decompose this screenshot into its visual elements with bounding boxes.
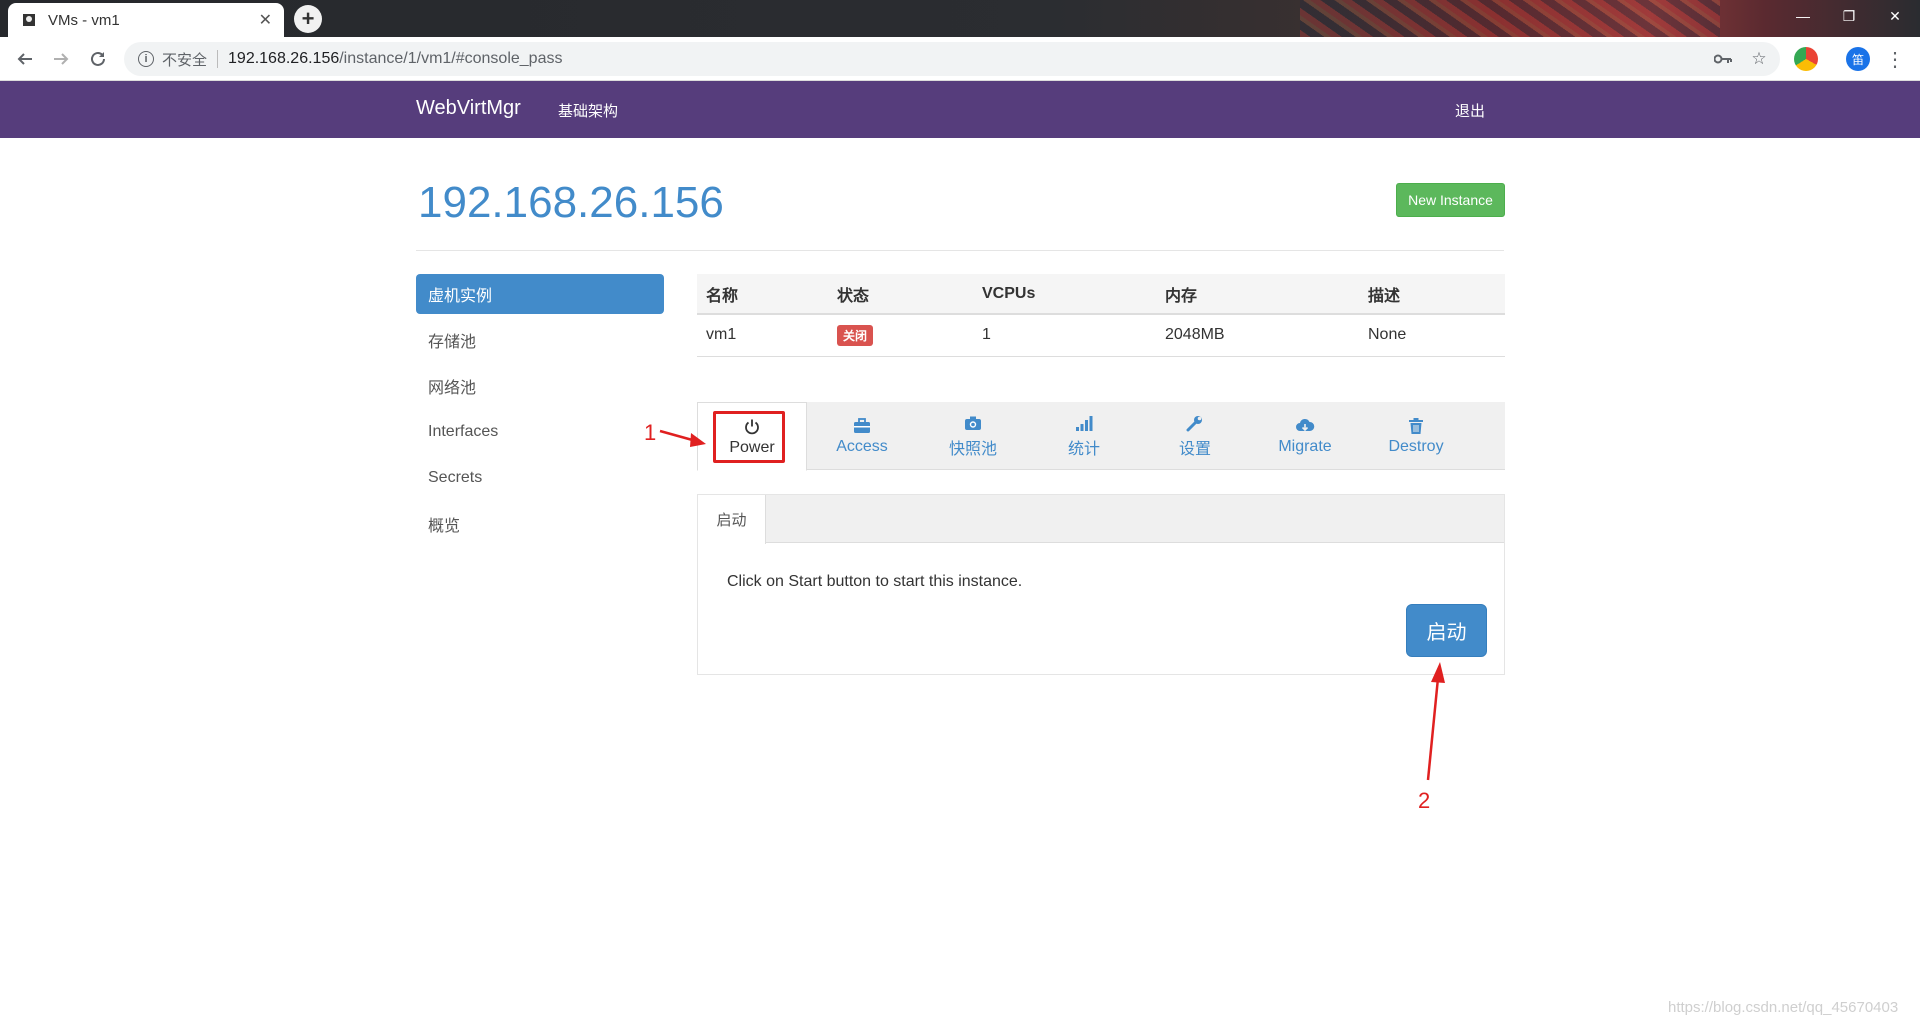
browser-tabstrip: VMs - vm1 ✕ + — ❐ ✕	[0, 0, 1920, 37]
signal-icon	[1075, 413, 1093, 433]
annotation-arrow-1-icon	[659, 429, 706, 447]
nav-logout-link[interactable]: 退出	[1455, 100, 1485, 121]
col-memory-header: 内存	[1156, 274, 1359, 315]
url-path: /instance/1/vm1/#console_pass	[339, 50, 563, 67]
forward-icon[interactable]	[46, 44, 76, 74]
annotation-marker-1: 1	[644, 420, 657, 445]
subtab-start[interactable]: 启动	[698, 495, 766, 544]
page-title: 192.168.26.156	[418, 178, 724, 227]
power-panel: 启动 Click on Start button to start this i…	[697, 494, 1505, 675]
tab-favicon-icon	[20, 11, 38, 29]
power-subtabs: 启动	[698, 495, 1504, 544]
key-icon[interactable]	[1708, 42, 1738, 76]
instance-description: None	[1359, 314, 1505, 357]
tab-destroy[interactable]: Destroy	[1361, 402, 1471, 470]
briefcase-icon	[853, 416, 871, 436]
instance-memory: 2048MB	[1156, 314, 1359, 357]
tab-access-label: Access	[836, 438, 888, 455]
reload-icon[interactable]	[83, 44, 113, 74]
power-panel-message: Click on Start button to start this inst…	[727, 573, 1023, 590]
restore-button[interactable]: ❐	[1826, 0, 1872, 32]
sidebar-item-interfaces[interactable]: Interfaces	[416, 412, 664, 452]
tab-migrate[interactable]: Migrate	[1250, 402, 1360, 470]
annotation-marker-2: 2	[1418, 788, 1431, 813]
col-status-header: 状态	[828, 274, 973, 315]
sidebar-item-storage[interactable]: 存储池	[416, 320, 664, 360]
tab-stats[interactable]: 统计	[1029, 402, 1139, 470]
insecure-label: 不安全	[162, 51, 208, 69]
url-host: 192.168.26.156	[228, 50, 340, 67]
sidebar-item-instances[interactable]: 虚机实例	[416, 274, 664, 314]
watermark: https://blog.csdn.net/qq_45670403	[1668, 999, 1899, 1016]
start-button[interactable]: 启动	[1406, 604, 1487, 657]
tab-migrate-label: Migrate	[1278, 438, 1332, 455]
browser-menu-icon[interactable]: ⋮	[1880, 44, 1910, 74]
site-info-icon[interactable]: i	[138, 51, 154, 67]
instance-table: 名称 状态 VCPUs 内存 描述 vm1 关闭 1 2048MB None	[697, 274, 1505, 357]
back-icon[interactable]	[10, 44, 40, 74]
status-badge: 关闭	[837, 324, 874, 346]
omnibox-separator	[217, 50, 219, 68]
table-header-row: 名称 状态 VCPUs 内存 描述	[697, 274, 1505, 315]
nav-infrastructure-link[interactable]: 基础架构	[558, 100, 618, 121]
col-name-header: 名称	[697, 274, 828, 315]
wrench-icon	[1186, 413, 1204, 433]
tab-access[interactable]: Access	[807, 402, 917, 470]
table-row: vm1 关闭 1 2048MB None	[697, 314, 1505, 357]
tab-settings[interactable]: 设置	[1140, 402, 1250, 470]
instance-name: vm1	[697, 314, 828, 357]
tab-settings-label: 设置	[1178, 441, 1211, 458]
instance-status-cell: 关闭	[828, 314, 973, 357]
chrome-extension-icon[interactable]	[1794, 47, 1818, 71]
minimize-button[interactable]: —	[1780, 0, 1826, 32]
url-text: 192.168.26.156/instance/1/vm1/#console_p…	[228, 50, 562, 68]
sidebar: 虚机实例 存储池 网络池 Interfaces Secrets 概览	[416, 274, 664, 550]
tab-stats-label: 统计	[1067, 441, 1100, 458]
tab-title: VMs - vm1	[48, 11, 120, 29]
col-vcpus-header: VCPUs	[973, 274, 1156, 315]
window-close-button[interactable]: ✕	[1872, 0, 1918, 32]
annotation-arrow-2-icon	[1426, 662, 1445, 781]
new-tab-button[interactable]: +	[294, 5, 322, 33]
sidebar-item-overview[interactable]: 概览	[416, 504, 664, 544]
new-instance-button[interactable]: New Instance	[1396, 183, 1505, 217]
header-divider	[416, 250, 1504, 251]
tab-snapshots[interactable]: 快照池	[918, 402, 1028, 470]
tab-close-icon[interactable]: ✕	[259, 10, 272, 30]
address-bar[interactable]: i 不安全 192.168.26.156/instance/1/vm1/#con…	[124, 42, 1780, 76]
sidebar-item-secrets[interactable]: Secrets	[416, 458, 664, 498]
instance-action-tabs: Power Access 快照池 统计 设置 Migrate Destroy	[697, 402, 1505, 471]
browser-tab[interactable]: VMs - vm1 ✕	[8, 3, 284, 37]
camera-icon	[964, 413, 982, 433]
trash-icon	[1408, 416, 1424, 436]
col-description-header: 描述	[1359, 274, 1505, 315]
site-navbar: WebVirtMgr 基础架构 退出	[0, 81, 1920, 138]
profile-avatar[interactable]: 笛	[1846, 47, 1870, 71]
cloud-download-icon	[1295, 416, 1315, 436]
instance-vcpus: 1	[973, 314, 1156, 357]
browser-toolbar: i 不安全 192.168.26.156/instance/1/vm1/#con…	[0, 37, 1920, 81]
brand-link[interactable]: WebVirtMgr	[416, 97, 521, 120]
tab-snapshots-label: 快照池	[948, 441, 997, 458]
tab-destroy-label: Destroy	[1388, 438, 1444, 455]
annotation-highlight-box	[713, 411, 785, 463]
sidebar-item-networks[interactable]: 网络池	[416, 366, 664, 406]
bookmark-star-icon[interactable]: ☆	[1744, 42, 1774, 76]
